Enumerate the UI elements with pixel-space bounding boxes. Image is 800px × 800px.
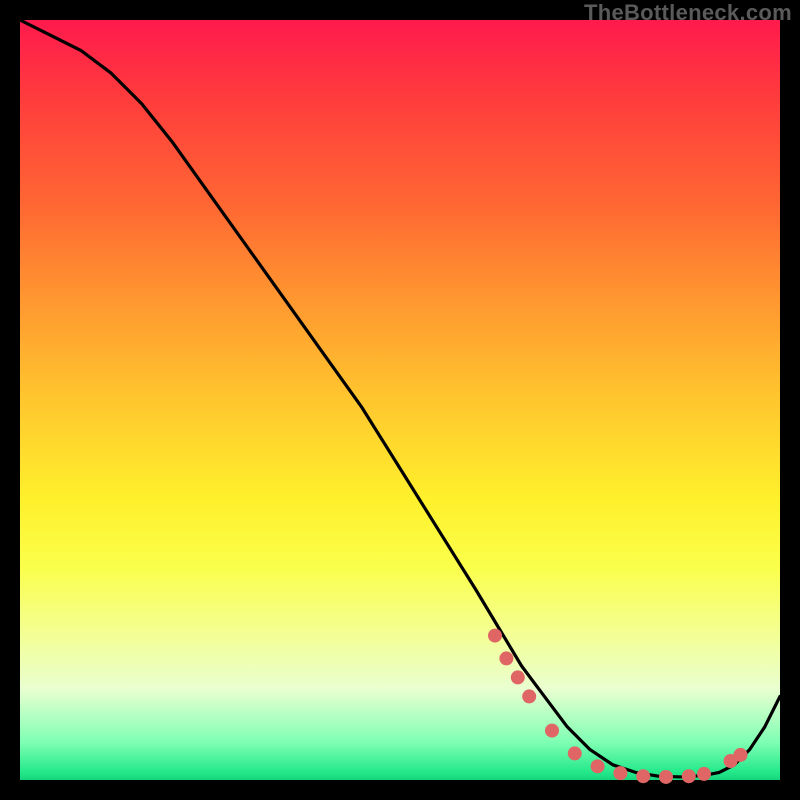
chart-frame: TheBottleneck.com: [0, 0, 800, 800]
curve-line: [20, 20, 780, 777]
curve-marker: [488, 629, 502, 643]
curve-marker: [733, 748, 747, 762]
curve-marker: [591, 759, 605, 773]
attribution-label: TheBottleneck.com: [584, 0, 792, 26]
curve-marker: [545, 724, 559, 738]
curve-marker: [682, 769, 696, 783]
curve-marker: [659, 770, 673, 784]
curve-marker: [522, 689, 536, 703]
curve-marker: [697, 767, 711, 781]
plot-area: [20, 20, 780, 780]
curve-marker: [511, 670, 525, 684]
chart-svg: [20, 20, 780, 780]
curve-marker: [613, 766, 627, 780]
curve-markers: [488, 629, 747, 784]
curve-marker: [499, 651, 513, 665]
curve-marker: [568, 746, 582, 760]
curve-marker: [636, 769, 650, 783]
